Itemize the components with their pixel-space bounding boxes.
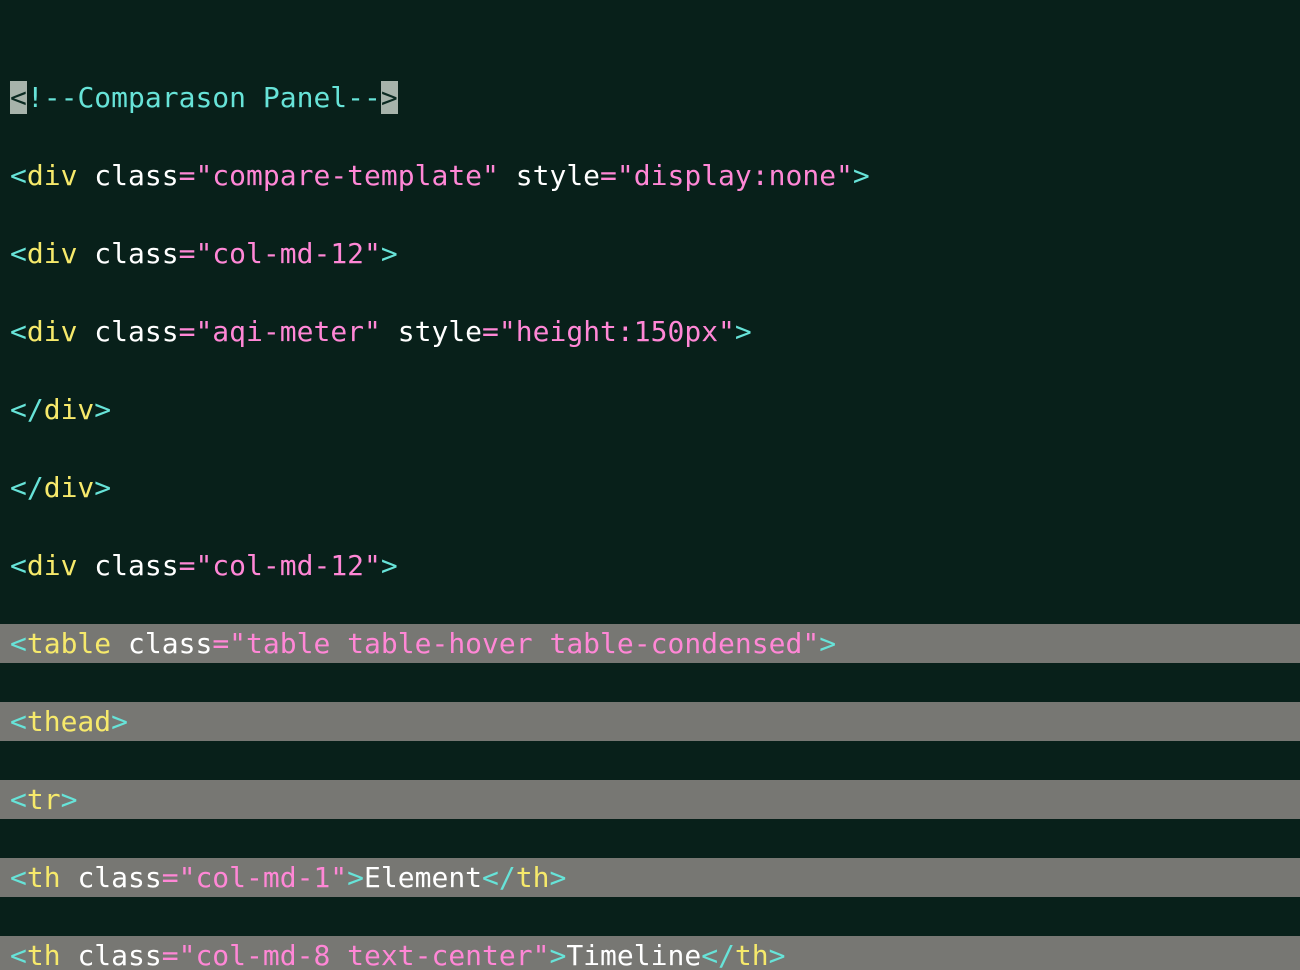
attr-name: style [516,159,600,192]
tag-name: tr [27,783,61,816]
tag-name: th [516,861,550,894]
comment-close: -- [347,81,381,114]
attr-name: class [94,237,178,270]
code-line-selected[interactable]: <table class="table table-hover table-co… [0,624,1300,663]
code-line[interactable]: </div> [0,468,1300,507]
tag-name: div [44,471,95,504]
selection-start: < [10,81,27,114]
tag-name: div [44,393,95,426]
tag-name: th [27,939,61,970]
code-line[interactable]: <div class="aqi-meter" style="height:150… [0,312,1300,351]
attr-value: "display:none" [617,159,853,192]
code-line[interactable]: <!--Comparason Panel--> [0,78,1300,117]
code-line-selected[interactable]: <thead> [0,702,1300,741]
code-line[interactable]: <div class="col-md-12"> [0,234,1300,273]
attr-value: "col-md-8 text-center" [179,939,550,970]
code-editor[interactable]: <!--Comparason Panel--> <div class="comp… [0,0,1300,970]
comment-text: Comparason Panel [77,81,347,114]
code-line[interactable]: <div class="compare-template" style="dis… [0,156,1300,195]
text-content: Timeline [566,939,701,970]
tag-name: div [27,237,78,270]
code-line[interactable]: </div> [0,390,1300,429]
code-line-selected[interactable]: <th class="col-md-1">Element</th> [0,858,1300,897]
attr-value: "compare-template" [195,159,498,192]
comment-open: !-- [27,81,78,114]
attr-value: "col-md-12" [195,549,380,582]
attr-value: "col-md-12" [195,237,380,270]
attr-value: "table table-hover table-condensed" [229,627,819,660]
attr-value: "aqi-meter" [195,315,380,348]
code-line-selected[interactable]: <th class="col-md-8 text-center">Timelin… [0,936,1300,970]
attr-value: "height:150px" [499,315,735,348]
tag-name: div [27,159,78,192]
tag-name: th [735,939,769,970]
tag-name: div [27,315,78,348]
tag-name: div [27,549,78,582]
attr-name: style [398,315,482,348]
attr-name: class [94,315,178,348]
code-line[interactable]: <div class="col-md-12"> [0,546,1300,585]
attr-name: class [94,159,178,192]
attr-value: "col-md-1" [179,861,348,894]
code-line-selected[interactable]: <tr> [0,780,1300,819]
attr-name: class [128,627,212,660]
text-content: Element [364,861,482,894]
attr-name: class [94,549,178,582]
tag-name: th [27,861,61,894]
attr-name: class [77,939,161,970]
tag-name: thead [27,705,111,738]
tag-name: table [27,627,111,660]
selection-end: > [381,81,398,114]
attr-name: class [77,861,161,894]
